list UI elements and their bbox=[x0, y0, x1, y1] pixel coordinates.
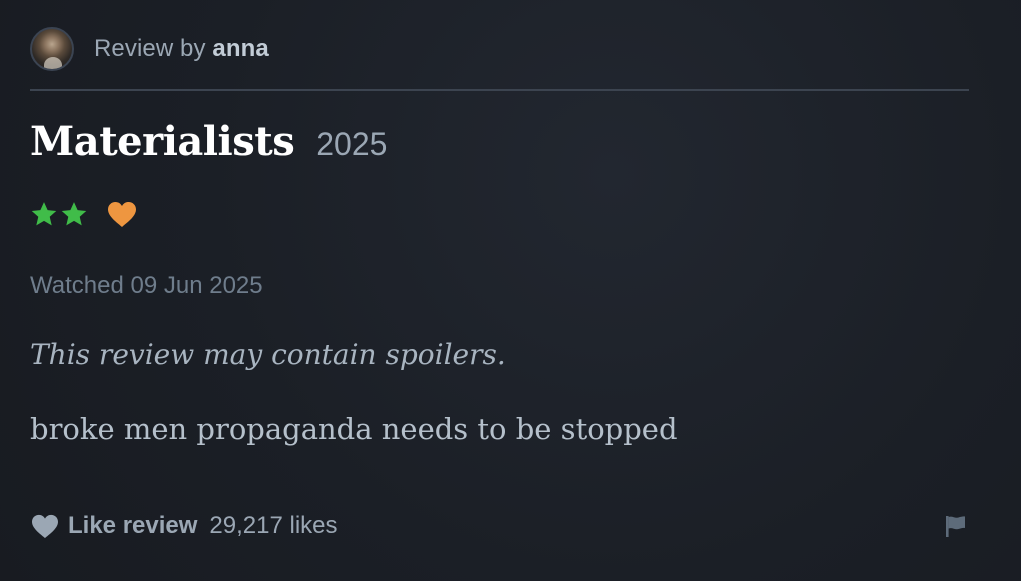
film-title-row: Materialists 2025 bbox=[30, 118, 387, 165]
like-review-label: Like review bbox=[68, 512, 198, 539]
review-footer: Like review 29,217 likes bbox=[30, 508, 969, 544]
spoiler-notice: This review may contain spoilers. bbox=[30, 338, 506, 371]
like-count[interactable]: 29,217 likes bbox=[209, 512, 337, 540]
divider bbox=[30, 89, 969, 91]
rating-row bbox=[30, 194, 138, 234]
byline-prefix: Review by bbox=[94, 35, 213, 62]
star-icon bbox=[31, 202, 57, 226]
film-year[interactable]: 2025 bbox=[316, 126, 387, 163]
byline: Review by anna bbox=[94, 35, 269, 63]
film-title[interactable]: Materialists bbox=[30, 118, 295, 165]
heart-icon bbox=[108, 202, 136, 227]
watched-date: Watched 09 Jun 2025 bbox=[30, 272, 263, 299]
review-header: Review by anna bbox=[30, 24, 269, 74]
review-body: broke men propaganda needs to be stopped bbox=[30, 412, 678, 446]
flag-icon[interactable] bbox=[941, 512, 969, 540]
star-icon bbox=[61, 202, 87, 226]
star-rating bbox=[30, 200, 90, 228]
heart-outline-icon bbox=[32, 514, 58, 539]
avatar[interactable] bbox=[30, 27, 74, 71]
like-review-button[interactable]: Like review bbox=[30, 512, 197, 540]
author-name[interactable]: anna bbox=[212, 35, 268, 62]
